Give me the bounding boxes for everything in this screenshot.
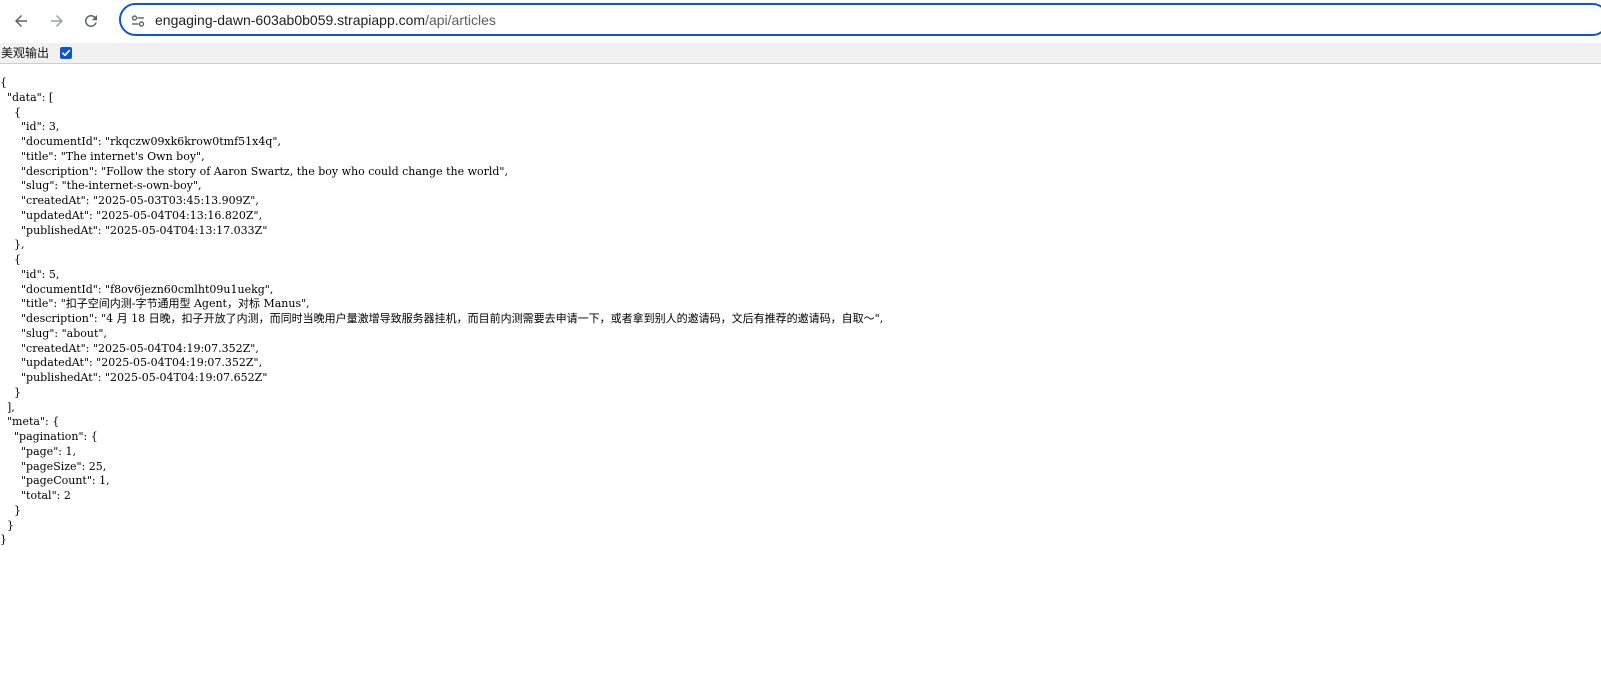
- json-line: "slug": "the-internet-s-own-boy",: [0, 179, 202, 193]
- reload-icon: [85, 14, 97, 27]
- json-line: "id": 3,: [0, 120, 60, 134]
- url-host: engaging-dawn-603ab0b059.strapiapp.com: [155, 12, 426, 28]
- json-line: "pageCount": 1,: [0, 474, 110, 488]
- json-line: "pageSize": 25,: [0, 459, 107, 473]
- json-line: "publishedAt": "2025-05-04T04:13:17.033Z…: [0, 223, 268, 237]
- json-line: "publishedAt": "2025-05-04T04:19:07.652Z…: [0, 371, 268, 384]
- json-line: "createdAt": "2025-05-03T03:45:13.909Z",: [0, 194, 259, 207]
- arrow-right-icon: [51, 15, 63, 27]
- json-line: "documentId": "rkqczw09xk6krow0tmf51x4q"…: [0, 135, 281, 148]
- site-info-button[interactable]: [129, 12, 147, 30]
- json-line: "page": 1,: [0, 444, 76, 458]
- json-line: "description": "Follow the story of Aaro…: [0, 164, 508, 178]
- json-line: "pagination": {: [0, 430, 98, 443]
- json-line: "description": "4 月 18 日晚，扣子开放了内测，而同时当晚用…: [0, 312, 884, 325]
- json-line: {: [0, 253, 21, 266]
- json-line: {: [0, 76, 7, 89]
- json-line: "title": "扣子空间内测-字节通用型 Agent，对标 Manus",: [0, 297, 310, 311]
- json-line: },: [0, 238, 25, 252]
- json-line: "updatedAt": "2025-05-04T04:19:07.352Z",: [0, 356, 263, 370]
- forward-button[interactable]: [42, 6, 72, 36]
- back-button[interactable]: [6, 6, 36, 36]
- json-line: }: [0, 518, 14, 532]
- json-line: ],: [0, 400, 15, 414]
- json-line: {: [0, 105, 21, 119]
- reload-button[interactable]: [76, 6, 106, 36]
- browser-toolbar: engaging-dawn-603ab0b059.strapiapp.com/a…: [0, 0, 1601, 42]
- checkmark-icon: [62, 49, 71, 57]
- json-line: "createdAt": "2025-05-04T04:19:07.352Z",: [0, 341, 259, 355]
- json-line: }: [0, 503, 21, 517]
- tune-icon: [131, 15, 145, 27]
- json-line: "total": 2: [0, 489, 71, 502]
- json-line: "documentId": "f8ov6jezn60cmlht09u1uekg"…: [0, 282, 274, 296]
- json-line: "data": [: [0, 90, 54, 104]
- json-line: }: [0, 385, 21, 399]
- address-bar[interactable]: engaging-dawn-603ab0b059.strapiapp.com/a…: [119, 3, 1601, 36]
- url-text[interactable]: engaging-dawn-603ab0b059.strapiapp.com/a…: [155, 11, 496, 29]
- pretty-print-label: 美观输出: [1, 46, 50, 60]
- arrow-left-icon: [15, 15, 27, 27]
- json-line: "updatedAt": "2025-05-04T04:13:16.820Z",: [0, 208, 263, 222]
- json-line: "meta": {: [0, 415, 60, 429]
- json-line: "id": 5,: [0, 267, 60, 281]
- json-viewer: { "data": [ { "id": 3, "documentId": "rk…: [0, 76, 883, 548]
- pretty-print-bar: 美观输出: [0, 43, 1601, 64]
- json-line: "slug": "about",: [0, 326, 107, 340]
- json-line: "title": "The internet's Own boy",: [0, 149, 205, 163]
- json-line: }: [0, 533, 7, 547]
- pretty-print-checkbox[interactable]: [60, 47, 72, 59]
- url-path: /api/articles: [425, 12, 496, 28]
